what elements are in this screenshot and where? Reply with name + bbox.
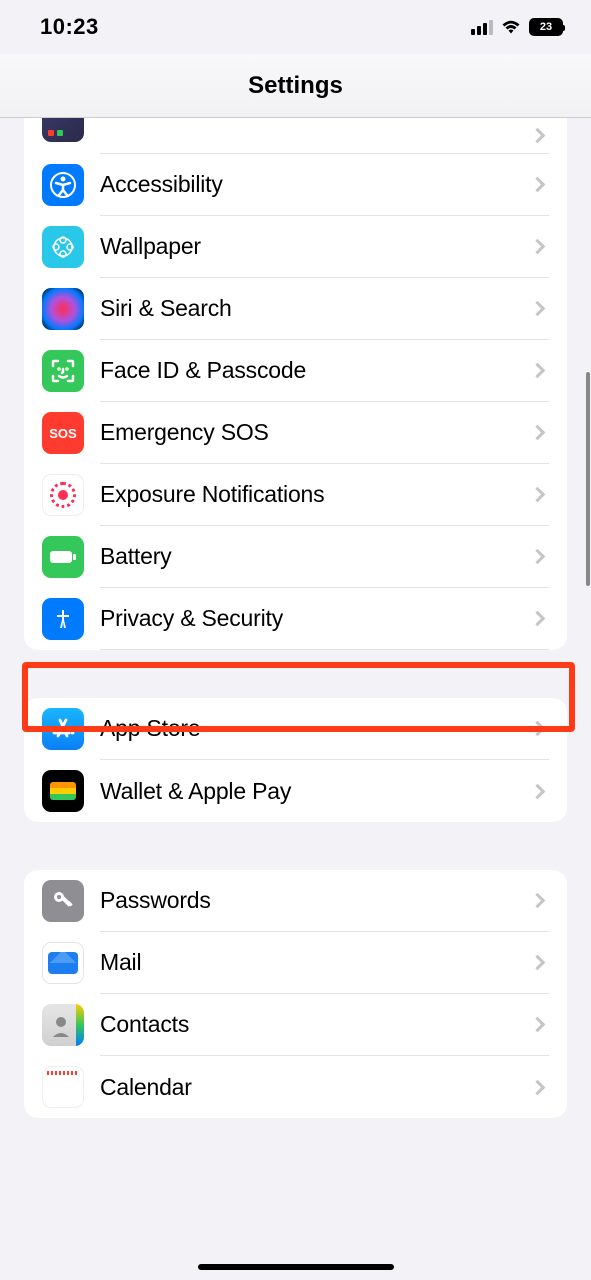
row-face-id[interactable]: Face ID & Passcode	[24, 340, 567, 402]
label-wallpaper: Wallpaper	[100, 233, 532, 260]
row-exposure-notifications[interactable]: Exposure Notifications	[24, 464, 567, 526]
row-emergency-sos[interactable]: SOS Emergency SOS	[24, 402, 567, 464]
siri-icon	[42, 288, 84, 330]
chevron-right-icon	[530, 1079, 546, 1095]
chevron-right-icon	[530, 893, 546, 909]
header: Settings	[0, 54, 591, 118]
label-privacy: Privacy & Security	[100, 605, 532, 632]
row-privacy-security[interactable]: Privacy & Security	[24, 588, 567, 650]
accessibility-icon	[42, 164, 84, 206]
chevron-right-icon	[530, 363, 546, 379]
contacts-icon	[42, 1004, 84, 1046]
battery-settings-icon	[42, 536, 84, 578]
row-calendar[interactable]: Calendar	[24, 1056, 567, 1118]
chevron-right-icon	[530, 177, 546, 193]
wifi-icon	[500, 19, 522, 35]
chevron-right-icon	[530, 1017, 546, 1033]
page-title: Settings	[248, 72, 343, 100]
chevron-right-icon	[530, 611, 546, 627]
battery-icon: 23	[529, 18, 563, 36]
label-exposure: Exposure Notifications	[100, 481, 532, 508]
chevron-right-icon	[530, 301, 546, 317]
wallpaper-icon	[42, 226, 84, 268]
face-id-icon	[42, 350, 84, 392]
row-wallet[interactable]: Wallet & Apple Pay	[24, 760, 567, 822]
settings-group-store: App Store Wallet & Apple Pay	[24, 698, 567, 822]
label-calendar: Calendar	[100, 1074, 532, 1101]
row-mail[interactable]: Mail	[24, 932, 567, 994]
chevron-right-icon	[530, 128, 546, 144]
row-wallpaper[interactable]: Wallpaper	[24, 216, 567, 278]
label-mail: Mail	[100, 949, 532, 976]
label-battery: Battery	[100, 543, 532, 570]
calendar-icon	[42, 1066, 84, 1108]
row-contacts[interactable]: Contacts	[24, 994, 567, 1056]
chevron-right-icon	[530, 549, 546, 565]
row-siri-search[interactable]: Siri & Search	[24, 278, 567, 340]
chevron-right-icon	[530, 487, 546, 503]
label-contacts: Contacts	[100, 1011, 532, 1038]
label-sos: Emergency SOS	[100, 419, 532, 446]
settings-group-apps: Passwords Mail Contacts Calendar	[24, 870, 567, 1118]
mail-icon	[42, 942, 84, 984]
label-face-id: Face ID & Passcode	[100, 357, 532, 384]
chevron-right-icon	[530, 783, 546, 799]
cellular-signal-icon	[471, 19, 493, 35]
row-battery[interactable]: Battery	[24, 526, 567, 588]
status-time: 10:23	[40, 14, 99, 40]
status-indicators: 23	[471, 18, 563, 36]
settings-group-general: Home Screen Accessibility Wallpaper	[24, 118, 567, 650]
label-app-store: App Store	[100, 715, 532, 742]
label-passwords: Passwords	[100, 887, 532, 914]
sos-icon: SOS	[42, 412, 84, 454]
chevron-right-icon	[530, 721, 546, 737]
row-accessibility[interactable]: Accessibility	[24, 154, 567, 216]
privacy-icon	[42, 598, 84, 640]
chevron-right-icon	[530, 239, 546, 255]
passwords-icon	[42, 880, 84, 922]
chevron-right-icon	[530, 955, 546, 971]
label-wallet: Wallet & Apple Pay	[100, 778, 532, 805]
status-bar: 10:23 23	[0, 0, 591, 54]
battery-level: 23	[540, 21, 552, 33]
row-passwords[interactable]: Passwords	[24, 870, 567, 932]
label-siri: Siri & Search	[100, 295, 532, 322]
home-screen-icon	[42, 118, 84, 142]
home-indicator[interactable]	[198, 1264, 394, 1270]
app-store-icon	[42, 708, 84, 750]
settings-scroll-area[interactable]: Home Screen Accessibility Wallpaper	[0, 118, 591, 1280]
chevron-right-icon	[530, 425, 546, 441]
row-home-screen[interactable]: Home Screen	[24, 118, 567, 154]
scroll-indicator	[586, 372, 590, 586]
wallet-icon	[42, 770, 84, 812]
row-app-store[interactable]: App Store	[24, 698, 567, 760]
exposure-notifications-icon	[42, 474, 84, 516]
label-accessibility: Accessibility	[100, 171, 532, 198]
sos-icon-text: SOS	[49, 426, 76, 441]
